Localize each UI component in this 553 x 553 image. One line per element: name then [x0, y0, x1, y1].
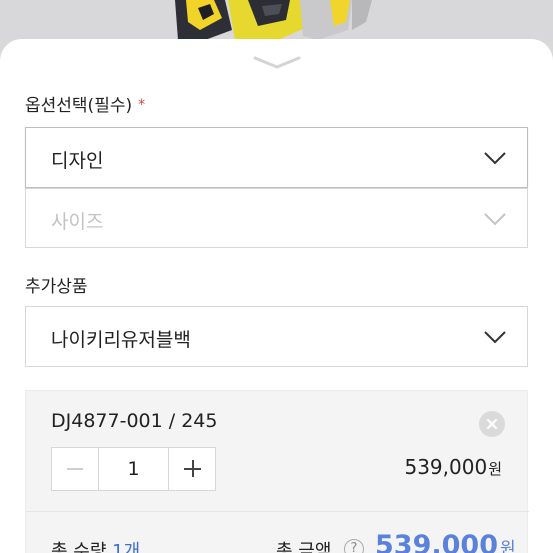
- size-select[interactable]: 사이즈: [25, 188, 528, 248]
- summary-divider: [26, 511, 529, 512]
- selected-option-price-value: 539,000: [404, 455, 488, 479]
- chevron-down-icon: [253, 56, 301, 69]
- size-select-placeholder: 사이즈: [51, 211, 104, 233]
- increase-quantity-button[interactable]: [168, 448, 215, 490]
- required-options-text: 옵션선택(필수): [25, 96, 133, 116]
- addon-select-value: 나이키리유저블백: [51, 329, 191, 351]
- total-amount: 539,000 원: [375, 530, 516, 553]
- quantity-value[interactable]: 1: [99, 448, 168, 490]
- total-quantity-value: 1개: [112, 541, 141, 553]
- close-icon: [487, 419, 497, 429]
- design-select-value: 디자인: [51, 150, 104, 172]
- quantity-stepper: 1: [51, 447, 216, 491]
- total-amount-currency: 원: [499, 539, 516, 553]
- addon-products-label: 추가상품: [25, 277, 88, 297]
- total-quantity-label: 총 수량: [51, 541, 113, 553]
- product-photo: [0, 0, 553, 40]
- decrease-quantity-button[interactable]: [52, 448, 99, 490]
- currency-unit: 원: [488, 460, 502, 478]
- design-select[interactable]: 디자인: [25, 127, 528, 188]
- required-mark: *: [138, 97, 146, 113]
- total-amount-value: 539,000: [375, 530, 498, 553]
- chevron-down-icon: [484, 152, 506, 165]
- minus-icon: [67, 468, 83, 470]
- help-icon[interactable]: ?: [344, 539, 364, 553]
- total-quantity: 총 수량 1개: [51, 537, 140, 553]
- selected-option-item: DJ4877-001 / 245 1 539,000원 총 수량 1개 총 금액…: [25, 390, 529, 553]
- total-amount-label: 총 금액: [276, 541, 332, 553]
- chevron-down-icon: [484, 213, 506, 226]
- selected-option-sku: DJ4877-001 / 245: [51, 410, 218, 432]
- sheet-collapse-handle[interactable]: [252, 55, 302, 71]
- option-bottom-sheet: 옵션선택(필수) * 디자인 사이즈 추가상품 나이키리유저블백 DJ4877-0…: [0, 39, 553, 553]
- chevron-down-icon: [484, 331, 506, 344]
- selected-option-price: 539,000원: [404, 455, 502, 479]
- remove-option-button[interactable]: [479, 411, 505, 437]
- addon-select[interactable]: 나이키리유저블백: [25, 306, 528, 367]
- required-options-label: 옵션선택(필수) *: [25, 91, 145, 116]
